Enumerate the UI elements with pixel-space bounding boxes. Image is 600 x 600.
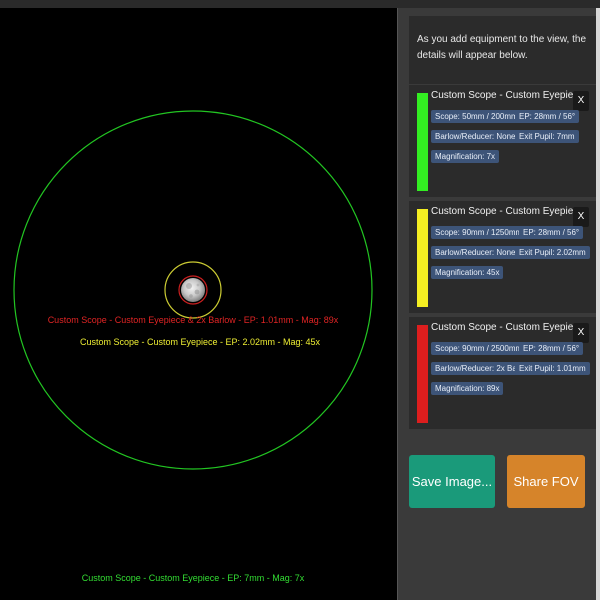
remove-card-button[interactable]: X [573, 207, 589, 227]
fov-label-red: Custom Scope - Custom Eyepiece & 2x Barl… [48, 315, 339, 325]
scope-tag: Scope: 50mm / 200mm [431, 110, 522, 123]
barlow-tag: Barlow/Reducer: None [431, 246, 520, 259]
equipment-card-yellow: Custom Scope - Custom Eyepiece X Scope: … [409, 201, 596, 313]
share-fov-button[interactable]: Share FOV [507, 455, 585, 508]
moon-icon [181, 278, 205, 302]
magnification-tag: Magnification: 7x [431, 150, 500, 163]
top-strip [0, 0, 600, 8]
save-image-button[interactable]: Save Image... [409, 455, 495, 508]
magnification-tag: Magnification: 45x [431, 266, 504, 279]
fov-label-yellow: Custom Scope - Custom Eyepiece - EP: 2.0… [80, 337, 321, 347]
sidebar-scrollbar[interactable] [596, 8, 600, 600]
intro-panel: As you add equipment to the view, the de… [409, 16, 596, 84]
scope-tag: Scope: 90mm / 1250mm [431, 226, 527, 239]
card-title: Custom Scope - Custom Eyepiece [431, 322, 584, 333]
magnification-tag: Magnification: 89x [431, 382, 504, 395]
eyepiece-tag: EP: 28mm / 56° [519, 342, 584, 355]
exit-pupil-tag: Exit Pupil: 1.01mm [515, 362, 590, 375]
fov-canvas: Custom Scope - Custom Eyepiece & 2x Barl… [13, 110, 373, 583]
card-color-bar [417, 209, 428, 307]
remove-card-button[interactable]: X [573, 91, 589, 111]
card-color-bar [417, 93, 428, 191]
scope-tag: Scope: 90mm / 2500mm [431, 342, 527, 355]
exit-pupil-tag: Exit Pupil: 2.02mm [515, 246, 590, 259]
fov-view: Custom Scope - Custom Eyepiece & 2x Barl… [0, 8, 397, 600]
equipment-sidebar: As you add equipment to the view, the de… [397, 8, 600, 600]
intro-text: As you add equipment to the view, the de… [417, 34, 586, 61]
exit-pupil-tag: Exit Pupil: 7mm [515, 130, 579, 143]
fov-label-green: Custom Scope - Custom Eyepiece - EP: 7mm… [82, 573, 305, 583]
card-color-bar [417, 325, 428, 423]
eyepiece-tag: EP: 28mm / 56° [515, 110, 580, 123]
card-title: Custom Scope - Custom Eyepiece [431, 90, 584, 101]
card-title: Custom Scope - Custom Eyepiece [431, 206, 584, 217]
equipment-card-red: Custom Scope - Custom Eyepiece X Scope: … [409, 317, 596, 429]
equipment-card-green: Custom Scope - Custom Eyepiece X Scope: … [409, 85, 596, 197]
remove-card-button[interactable]: X [573, 323, 589, 343]
barlow-tag: Barlow/Reducer: None [431, 130, 520, 143]
eyepiece-tag: EP: 28mm / 56° [519, 226, 584, 239]
